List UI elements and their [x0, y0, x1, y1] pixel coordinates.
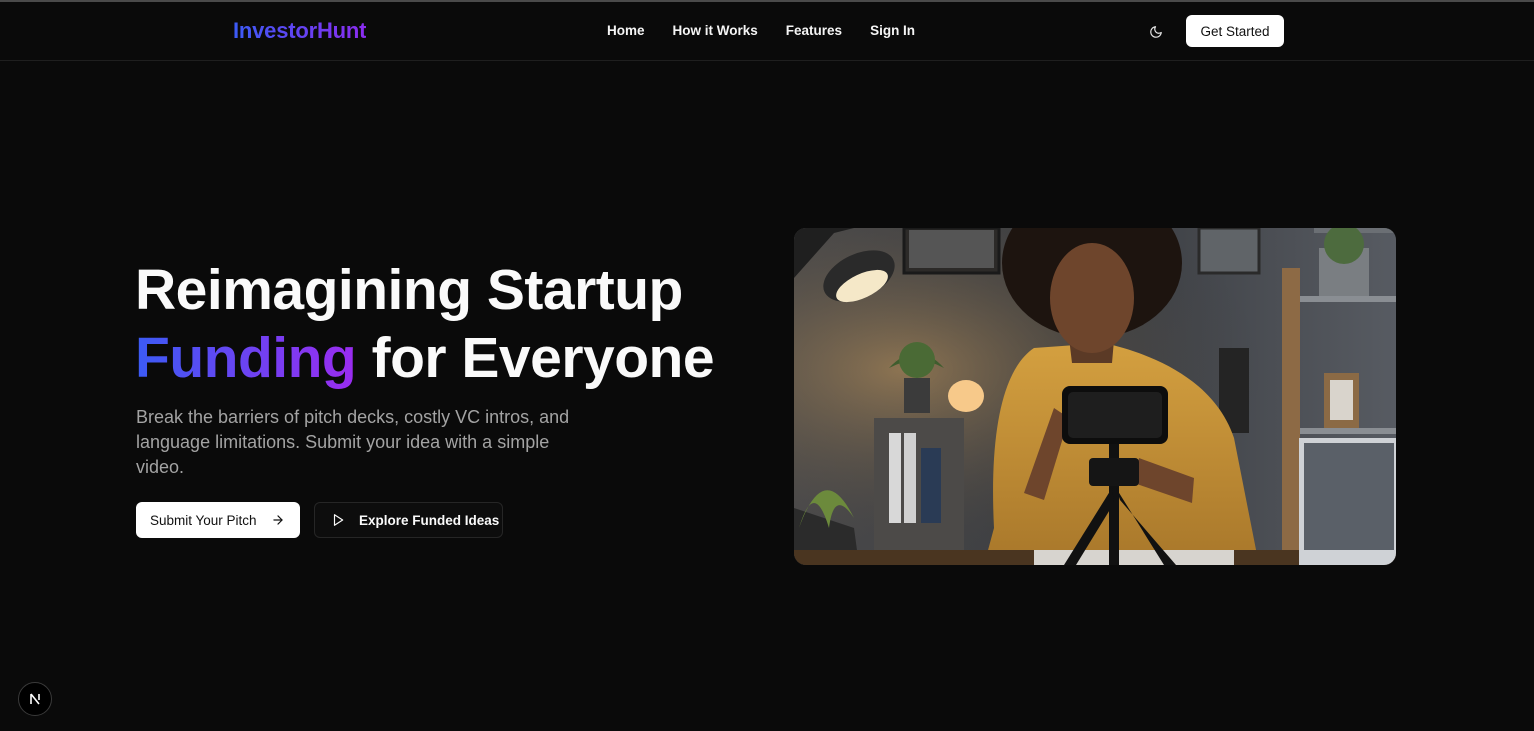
theme-toggle-button[interactable]: [1144, 20, 1168, 44]
arrow-right-icon: [272, 515, 283, 525]
main-nav: Home How it Works Features Sign In: [607, 23, 915, 38]
hero-title-line1: Reimagining Startup: [135, 258, 683, 322]
hero-title-accent: Funding: [135, 326, 357, 390]
moon-icon: [1150, 26, 1162, 38]
hero-image: [794, 228, 1396, 565]
brand-logo[interactable]: InvestorHunt: [233, 18, 366, 44]
explore-funded-ideas-button[interactable]: Explore Funded Ideas: [314, 502, 503, 538]
explore-funded-ideas-label: Explore Funded Ideas: [359, 512, 500, 528]
hero-title-rest: for Everyone: [356, 326, 715, 390]
site-header: InvestorHunt Home How it Works Features …: [0, 2, 1534, 61]
nav-features[interactable]: Features: [786, 23, 842, 38]
nextjs-dev-badge[interactable]: [18, 682, 52, 716]
nav-home[interactable]: Home: [607, 23, 645, 38]
nav-sign-in[interactable]: Sign In: [870, 23, 915, 38]
submit-pitch-button[interactable]: Submit Your Pitch: [136, 502, 300, 538]
hero-subtitle: Break the barriers of pitch decks, costl…: [136, 407, 570, 477]
submit-pitch-label: Submit Your Pitch: [150, 512, 257, 528]
hero-title: Reimagining Startup Funding for Everyone: [135, 256, 715, 392]
nextjs-logo-icon: [30, 693, 40, 705]
nav-how-it-works[interactable]: How it Works: [673, 23, 758, 38]
get-started-button[interactable]: Get Started: [1186, 15, 1284, 47]
play-icon: [333, 514, 344, 526]
